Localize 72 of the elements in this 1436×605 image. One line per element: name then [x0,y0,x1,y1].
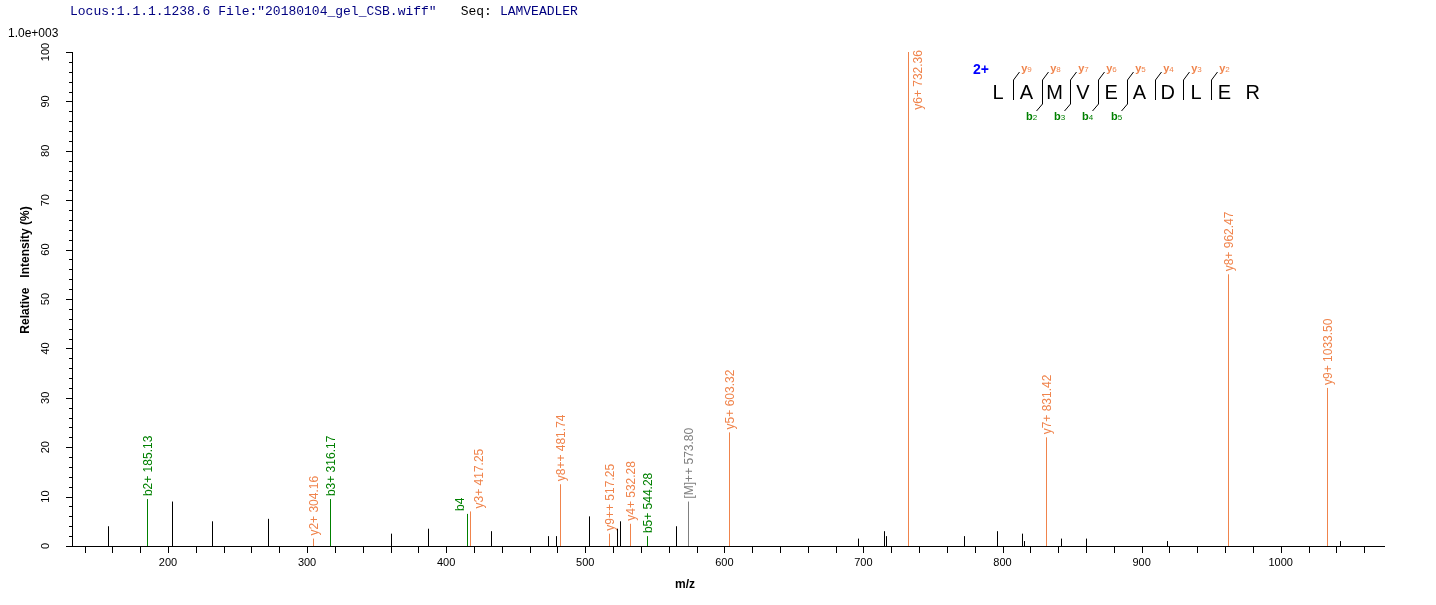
axis-title: Relative Intensity (%) [18,206,32,334]
peak-label: b5+ 544.28 [641,472,655,534]
residue-letter: A [1132,81,1147,103]
locus-file-text: Locus:1.1.1.1238.6 File:"20180104_gel_CSB.wiff" [70,3,437,22]
peak-label: y2+ 304.16 [307,475,321,536]
peak-label: y3+ 417.25 [472,448,486,509]
ion-label: y9 [1021,62,1032,74]
b-fragment-bracket [1036,81,1043,112]
ion-label: y3 [1191,62,1202,74]
tick-label: 60 [39,243,51,256]
residue-letter: A [1019,81,1033,103]
scale-factor: 1.0e+003 [8,26,59,40]
b-fragment-bracket [1064,81,1071,112]
peak-label: y7+ 831.42 [1040,374,1054,435]
tick-label: 40 [39,342,51,355]
tick-label: 100 [39,42,51,62]
y-fragment-bracket [1155,71,1162,101]
residue-letter: D [1160,81,1176,103]
tick-label: 50 [39,292,51,306]
ion-label: y4 [1163,62,1174,74]
residue-letter: E [1104,81,1118,103]
tick-label: 90 [39,95,51,108]
peak-label: y8+ 962.47 [1222,211,1236,272]
peak-label: y8++ 481.74 [554,414,568,482]
residue-letter: R [1245,81,1260,103]
residue-letter: M [1046,81,1063,103]
peak-label: y5+ 603.32 [723,369,737,430]
tick-label: 0 [39,542,51,550]
peak-label: y9+ 1033.50 [1321,318,1335,385]
tick-label: 500 [576,556,595,568]
tick-label: 70 [39,194,51,207]
y-fragment-bracket [1183,71,1190,101]
b-fragment-bracket [1121,81,1128,112]
residue-letter: L [992,81,1004,103]
tick-label: 30 [39,391,51,404]
tick-label: 800 [993,556,1012,568]
tick-label: 700 [854,556,873,568]
ion-label: y5 [1135,62,1146,74]
y-fragment-bracket [1211,71,1218,101]
y-fragment-bracket [1013,71,1020,101]
peak-label: b2+ 185.13 [141,435,155,497]
ion-label: y6 [1106,62,1117,74]
tick-label: 400 [436,556,456,568]
ion-label: b3 [1053,110,1066,122]
tick-label: 20 [39,441,51,454]
residue-letter: L [1190,81,1202,103]
peak-label: b3+ 316.17 [324,435,338,497]
axis-title: m/z [675,577,695,591]
ion-label: b2 [1025,110,1038,122]
b-fragment-bracket [1092,81,1099,112]
tick-label: 900 [1132,556,1151,568]
residue-letter: E [1217,81,1232,103]
ion-label: y2 [1219,62,1230,74]
peak-label: y6+ 732.36 [911,50,925,110]
peak-label: b4 [453,497,467,511]
ion-label: b5 [1110,110,1123,122]
tick-label: 80 [39,144,51,157]
peak-label: y4+ 532.28 [624,461,638,521]
ion-label: y7 [1078,62,1089,74]
ion-label: b4 [1081,110,1094,122]
residue-letter: V [1076,81,1090,103]
peak-label: [M]++ 573.80 [682,427,696,499]
peak-label: y9++ 517.25 [603,463,617,531]
tick-label: 300 [297,556,317,568]
tick-label: 200 [158,556,178,568]
tick-label: 10 [39,490,51,503]
tick-label: 1000 [1268,556,1293,568]
ion-label: y8 [1050,62,1061,74]
charge-label: 2+ [973,61,989,77]
tick-label: 600 [715,556,734,568]
seq-label: Seq: [460,3,492,22]
sequence-text: LAMVEADLER [499,3,578,22]
